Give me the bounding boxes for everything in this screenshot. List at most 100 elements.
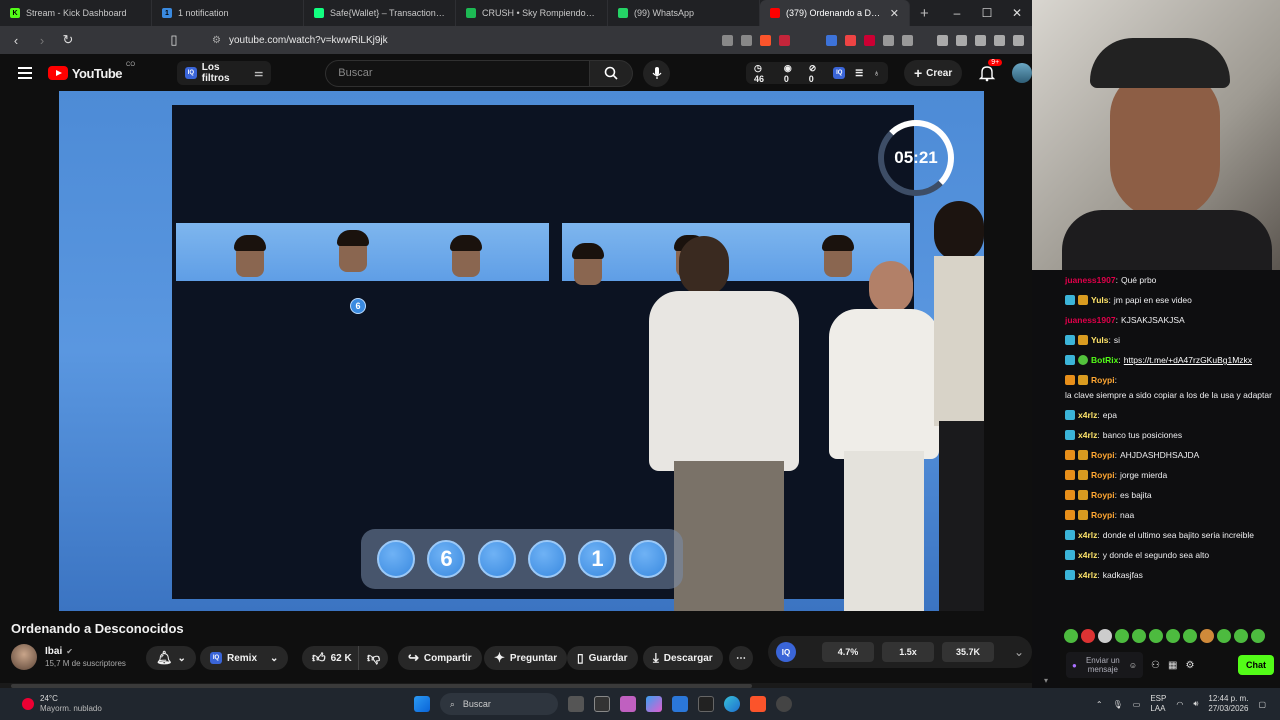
reload-icon[interactable]: ↻: [60, 32, 76, 48]
chat-message-input[interactable]: ● Enviar un mensaje ☺: [1066, 652, 1144, 678]
back-button[interactable]: ‹: [8, 33, 24, 48]
edge-icon[interactable]: [723, 696, 740, 712]
clipboard-icon[interactable]: ▭: [1133, 700, 1141, 709]
wallet-icon[interactable]: [975, 34, 986, 46]
scroll-down-icon[interactable]: ▾: [1044, 676, 1052, 688]
browser-tab[interactable]: 1 1 notification: [152, 0, 304, 26]
rewards-icon[interactable]: [779, 34, 790, 46]
chat-username[interactable]: Roypi: [1091, 509, 1115, 521]
channel-name[interactable]: Ibai: [45, 646, 62, 657]
puzzle-icon[interactable]: [883, 34, 894, 46]
tab-close-icon[interactable]: ✕: [890, 7, 899, 20]
chat-username[interactable]: BotRix: [1091, 354, 1118, 366]
cast-icon[interactable]: [722, 34, 733, 46]
emote-icon[interactable]: [1234, 629, 1248, 643]
list-icon[interactable]: ☰: [855, 68, 863, 79]
chat-username[interactable]: juaness1907: [1065, 274, 1116, 286]
chat-username[interactable]: x4rlz: [1078, 529, 1097, 541]
store-app-icon[interactable]: [671, 696, 688, 712]
browser-tab[interactable]: (99) WhatsApp: [608, 0, 760, 26]
clock[interactable]: 12:44 p. m. 27/03/2026: [1208, 694, 1248, 714]
terminal-app-icon[interactable]: [593, 696, 610, 712]
share-icon[interactable]: [741, 34, 752, 46]
terminal-icon[interactable]: [697, 696, 714, 712]
emote-icon[interactable]: [1064, 629, 1078, 643]
chat-username[interactable]: Roypi: [1091, 449, 1115, 461]
browser-tab[interactable]: (379) Ordenando a Desco ✕: [760, 0, 910, 26]
chat-username[interactable]: x4rlz: [1078, 429, 1097, 441]
screenshot-icon[interactable]: [902, 34, 913, 46]
emote-icon[interactable]: [1098, 629, 1112, 643]
close-window-button[interactable]: ✕: [1002, 6, 1032, 20]
emote-icon[interactable]: [1200, 629, 1214, 643]
settings-icon[interactable]: ⚙: [1185, 660, 1194, 671]
obs-icon[interactable]: [775, 696, 792, 712]
remix-button[interactable]: IQ Remix ⌄: [200, 646, 289, 670]
download-icon[interactable]: [994, 34, 1005, 46]
chat-send-button[interactable]: Chat: [1238, 655, 1274, 675]
translate-icon[interactable]: [826, 34, 837, 46]
chat-username[interactable]: Roypi: [1091, 489, 1115, 501]
bookmark-icon[interactable]: ▯: [166, 32, 182, 48]
emote-icon[interactable]: [1166, 629, 1180, 643]
emote-icon[interactable]: [1183, 629, 1197, 643]
chat-username[interactable]: Roypi: [1091, 469, 1115, 481]
extension-red-icon[interactable]: [845, 34, 856, 46]
channel-avatar[interactable]: [11, 644, 37, 670]
notifications-button[interactable]: 9+: [978, 59, 1003, 82]
like-button[interactable]: 👍︎ 62 K: [302, 646, 360, 670]
chevron-down-icon[interactable]: ⌄: [1014, 645, 1024, 659]
iq-plugin-icon[interactable]: IQ: [776, 642, 796, 662]
snipping-tool-icon[interactable]: [619, 696, 636, 712]
ring-icon[interactable]: ♁: [873, 68, 880, 78]
extension-stats[interactable]: ◷ 46 ◉ 0 ⊘ 0 IQ ☰ ♁: [745, 62, 888, 84]
sidebar-icon[interactable]: [956, 34, 967, 46]
chat-link[interactable]: https://t.me/+dA47rzGKuBg1Mzkx: [1124, 354, 1252, 366]
video-player[interactable]: 6 05:21 61: [59, 91, 984, 611]
download-button[interactable]: ⤓ Descargar: [643, 646, 723, 670]
iq-icon-2[interactable]: IQ: [833, 67, 846, 79]
youtube-logo[interactable]: YouTube CO: [47, 62, 135, 81]
minimize-button[interactable]: –: [942, 6, 972, 20]
forward-button[interactable]: ›: [34, 33, 50, 48]
url-field[interactable]: ⚙ youtube.com/watch?v=kwwRiLKj9jk: [192, 29, 692, 51]
create-button[interactable]: + Crear: [903, 60, 963, 86]
chat-username[interactable]: Yuls: [1091, 334, 1108, 346]
weather-widget[interactable]: 24°C Mayorm. nublado: [22, 694, 102, 714]
chat-username[interactable]: juaness1907: [1065, 314, 1116, 326]
users-icon[interactable]: ⚇: [1151, 660, 1160, 671]
voice-search-button[interactable]: [643, 59, 670, 87]
ask-button[interactable]: ✦ Preguntar: [484, 646, 568, 670]
emote-icon[interactable]: [1149, 629, 1163, 643]
task-view-icon[interactable]: [567, 696, 584, 712]
emoji-icon[interactable]: ☺: [1129, 661, 1137, 670]
brave-shield-icon[interactable]: [760, 34, 771, 46]
user-avatar[interactable]: [1012, 63, 1032, 83]
emote-icon[interactable]: [1217, 629, 1231, 643]
chat-username[interactable]: Roypi: [1091, 374, 1115, 386]
share-button[interactable]: ↪ Compartir: [398, 646, 482, 670]
dislike-button[interactable]: 👎︎: [358, 646, 389, 670]
notifications-tray-icon[interactable]: ▢: [1258, 700, 1266, 709]
mic-tray-icon[interactable]: 🎙︎: [1113, 700, 1123, 709]
copilot-icon[interactable]: [645, 696, 662, 712]
brave-icon[interactable]: [749, 696, 766, 712]
browser-tab[interactable]: CRUSH • Sky Rompiendo, De: [456, 0, 608, 26]
new-tab-button[interactable]: +: [910, 5, 939, 22]
chat-username[interactable]: x4rlz: [1078, 569, 1097, 581]
emote-icon[interactable]: [1132, 629, 1146, 643]
store-icon[interactable]: ▦: [1168, 660, 1177, 671]
chat-username[interactable]: x4rlz: [1078, 549, 1097, 561]
subscribe-bell-button[interactable]: 🔔︎ ⌄: [146, 646, 196, 670]
volume-icon[interactable]: 🔊︎: [1193, 699, 1198, 709]
vpn-icon[interactable]: [1013, 34, 1024, 46]
extension-m-icon[interactable]: [864, 34, 875, 46]
taskbar-search[interactable]: ⌕ Buscar: [439, 693, 558, 715]
site-settings-icon[interactable]: ⚙: [212, 35, 221, 46]
emote-icon[interactable]: [1115, 629, 1129, 643]
browser-tab[interactable]: K Stream - Kick Dashboard: [0, 0, 152, 26]
menu-icon[interactable]: [18, 64, 32, 82]
language-indicator[interactable]: ESP LAA: [1150, 694, 1166, 714]
wifi-icon[interactable]: ◠: [1176, 700, 1183, 709]
emote-icon[interactable]: [1251, 629, 1265, 643]
